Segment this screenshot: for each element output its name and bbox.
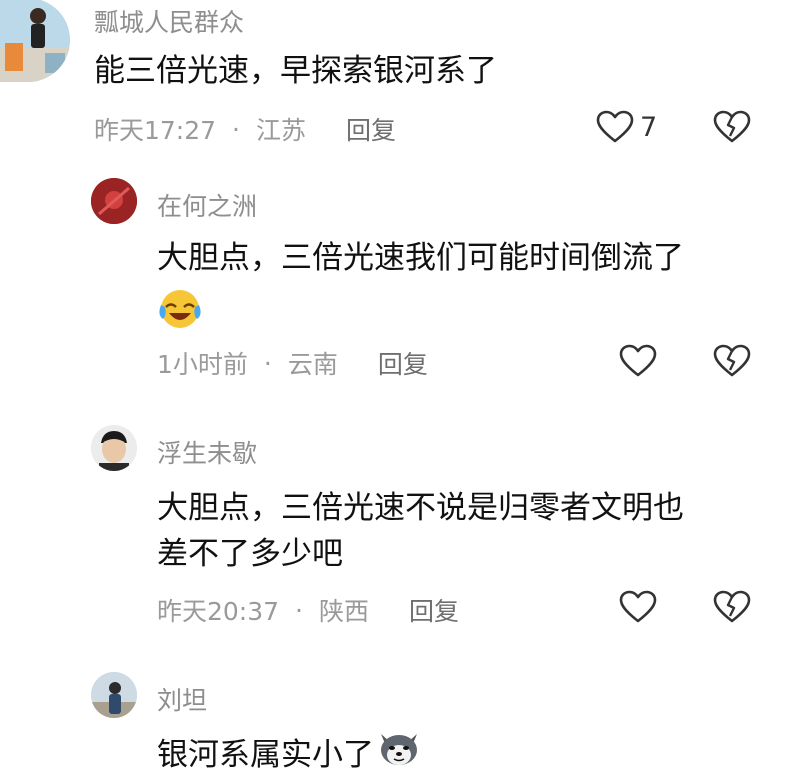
location: 云南 [287, 350, 338, 379]
username[interactable]: 浮生未歇 [157, 434, 257, 470]
comment-text-line: 差不了多少吧 [157, 536, 343, 572]
reply-button[interactable]: 回复 [346, 111, 396, 147]
location: 陕西 [319, 597, 370, 626]
location: 江苏 [256, 116, 307, 145]
comment-text: 大胆点，三倍光速不说是归零者文明也 差不了多少吧 [157, 485, 684, 577]
comment-meta: 昨天20:37 · 陕西 回复 [157, 592, 459, 628]
like-button[interactable]: 7 [596, 110, 657, 144]
username[interactable]: 刘坦 [157, 681, 207, 717]
broken-heart-icon [713, 344, 751, 377]
laughing-crying-emoji [157, 287, 203, 344]
separator: · [263, 348, 272, 378]
heart-outline-icon [619, 344, 657, 377]
comment-text-line: 大胆点，三倍光速不说是归零者文明也 [157, 490, 684, 526]
username[interactable]: 瓢城人民群众 [94, 3, 244, 39]
like-button[interactable] [619, 344, 657, 378]
timestamp: 昨天17:27 [94, 116, 217, 145]
comment-text: 大胆点，三倍光速我们可能时间倒流了 [157, 235, 684, 344]
avatar[interactable] [91, 425, 137, 471]
username[interactable]: 在何之洲 [157, 187, 257, 223]
broken-heart-icon [713, 110, 751, 143]
heart-outline-icon [619, 590, 657, 623]
like-count: 7 [640, 111, 658, 143]
comment-meta: 1小时前 · 云南 回复 [157, 345, 428, 381]
dislike-button[interactable] [713, 110, 751, 144]
dislike-button[interactable] [713, 344, 751, 378]
avatar[interactable] [91, 672, 137, 718]
dislike-button[interactable] [713, 590, 751, 624]
separator: · [295, 595, 303, 625]
timestamp: 1小时前 [157, 350, 248, 379]
comment-text-line: 银河系属实小了 [157, 736, 374, 773]
comment-meta: 昨天17:27 · 江苏 回复 [94, 111, 396, 147]
like-button[interactable] [619, 590, 657, 624]
comment-text: 银河系属实小了 [157, 728, 422, 781]
reply-button[interactable]: 回复 [409, 592, 459, 628]
reply-button[interactable]: 回复 [378, 345, 428, 381]
heart-outline-icon [596, 110, 634, 143]
avatar[interactable] [0, 0, 70, 82]
separator: · [232, 114, 240, 144]
comment-text: 能三倍光速，早探索银河系了 [94, 53, 497, 89]
broken-heart-icon [713, 590, 751, 623]
husky-dog-emoji [376, 728, 422, 781]
timestamp: 昨天20:37 [157, 597, 280, 626]
comment-text-line: 大胆点，三倍光速我们可能时间倒流了 [157, 240, 684, 276]
avatar[interactable] [91, 178, 137, 224]
